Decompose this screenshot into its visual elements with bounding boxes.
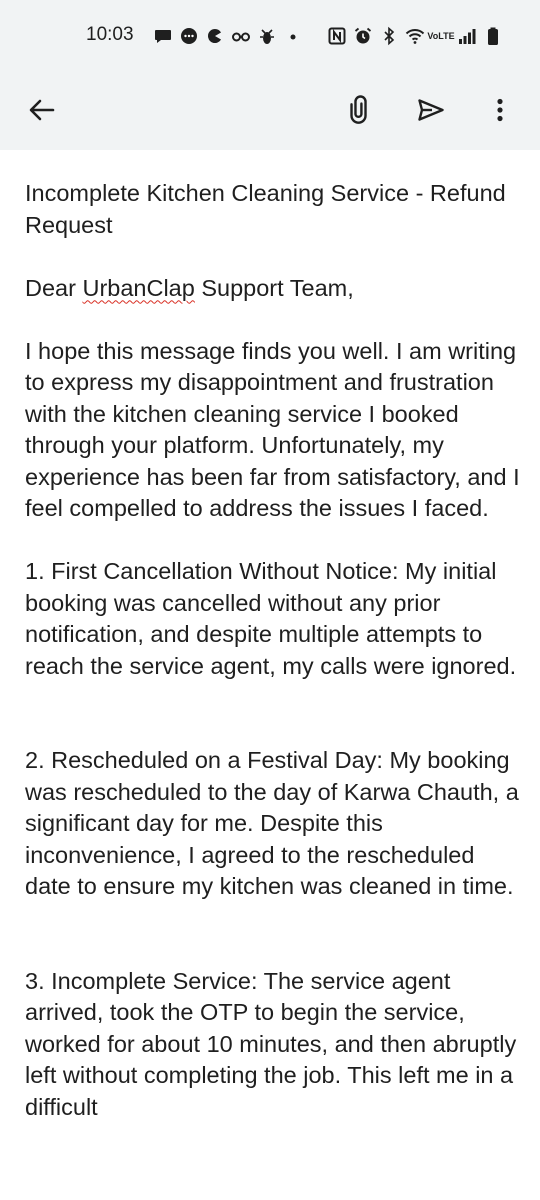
back-button[interactable] [14,80,70,140]
paperclip-icon [350,95,367,124]
email-point-1: 1. First Cancellation Without Notice: My… [25,558,517,679]
battery-icon [482,25,504,47]
email-paragraph-intro: I hope this message finds you well. I am… [25,337,520,522]
wifi-icon [404,25,426,47]
attach-button[interactable] [332,80,388,140]
compose-screen: 10:03 Vo LTE Incomplete Kitchen Cleaning… [0,0,540,1200]
email-point-2: 2. Rescheduled on a Festival Day: My boo… [25,747,519,899]
alarm-icon [352,25,374,47]
email-greeting: Dear UrbanClap Support Team, [25,273,525,305]
send-icon [418,99,444,121]
dot-icon [282,25,304,47]
notification-icons [152,24,304,48]
more-options-button[interactable] [472,80,528,140]
volte-icon: Vo LTE [427,25,455,47]
back-arrow-icon [29,99,55,121]
volte-label-bottom: LTE [438,30,455,41]
email-point-3: 3. Incomplete Service: The service agent… [25,967,517,1120]
chat-bubble-icon [152,25,174,47]
compose-body[interactable]: Incomplete Kitchen Cleaning Service - Re… [0,150,540,1200]
glasses-icon [230,25,252,47]
status-time: 10:03 [86,24,134,45]
more-vert-icon [497,98,503,122]
spellcheck-word[interactable]: UrbanClap [82,275,194,301]
volte-label-top: Vo [427,30,439,41]
system-icons: Vo LTE [326,24,504,48]
send-button[interactable] [403,80,459,140]
pacman-icon [204,25,226,47]
bluetooth-icon [378,25,400,47]
email-subject-line: Incomplete Kitchen Cleaning Service - Re… [25,180,506,238]
greeting-suffix: Support Team, [194,274,354,301]
greeting-prefix: Dear [25,274,83,301]
nfc-icon [326,25,348,47]
signal-icon [456,25,478,47]
message-dots-icon [178,25,200,47]
bug-icon [256,25,278,47]
compose-toolbar [0,70,540,150]
email-body-text[interactable]: Incomplete Kitchen Cleaning Service - Re… [25,178,525,1123]
status-bar: 10:03 Vo LTE [0,0,540,70]
